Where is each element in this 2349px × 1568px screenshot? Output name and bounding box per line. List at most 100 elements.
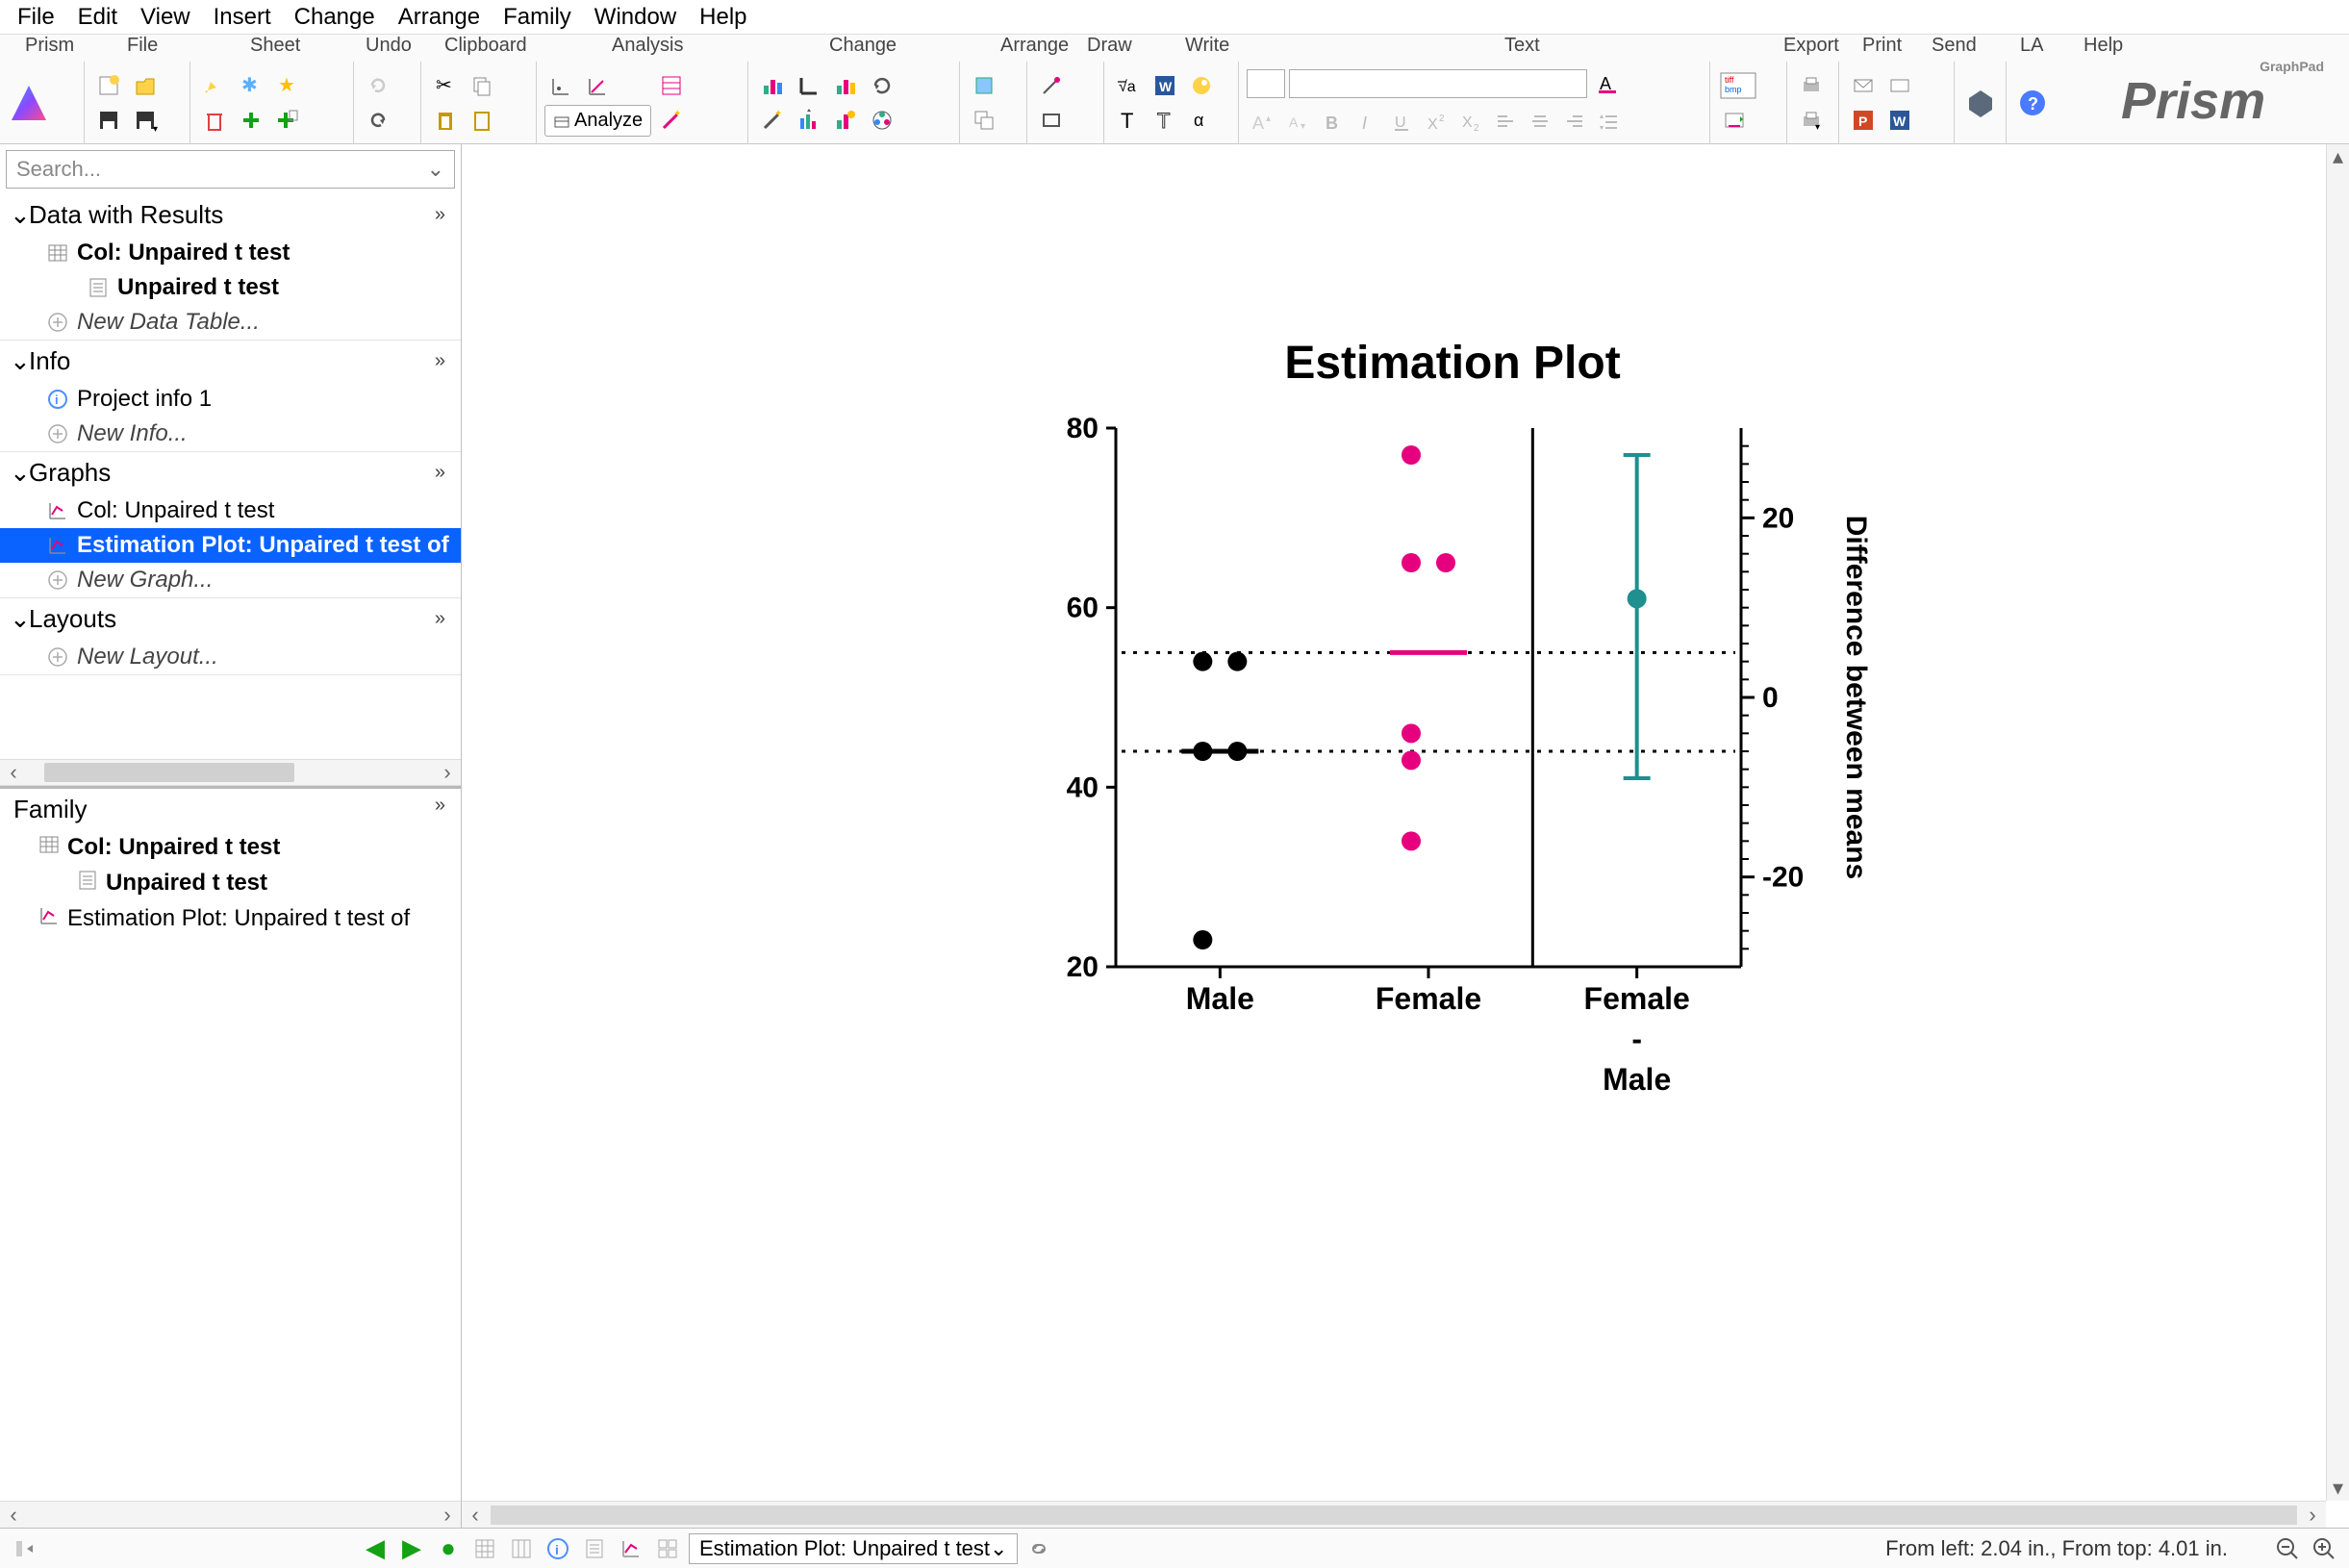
align-center-icon[interactable]: [1524, 106, 1556, 139]
undo-icon[interactable]: [362, 104, 394, 137]
nav-item[interactable]: Col: Unpaired t test: [0, 493, 461, 528]
arrange-bottom-icon[interactable]: [968, 104, 1000, 137]
nav-item[interactable]: New Graph...: [0, 563, 461, 597]
nav-item[interactable]: Col: Unpaired t test: [0, 236, 461, 270]
estimation-plot[interactable]: 20406080-20020Difference between meansMa…: [1039, 409, 1866, 1140]
object-icon[interactable]: [1185, 69, 1218, 102]
send-word-icon[interactable]: W: [1883, 104, 1916, 137]
add-sheet-icon[interactable]: [235, 104, 267, 137]
star-icon[interactable]: ★: [271, 69, 304, 102]
line-spacing-icon[interactable]: [1593, 106, 1626, 139]
sheet-selector[interactable]: Estimation Plot: Unpaired t test ⌄: [689, 1533, 1018, 1564]
analyze-button[interactable]: Analyze: [544, 105, 651, 137]
menu-change[interactable]: Change: [283, 2, 387, 33]
color-scheme-icon[interactable]: [829, 69, 862, 102]
scroll-right-icon[interactable]: ›: [434, 1503, 461, 1528]
link-icon[interactable]: ●: [433, 1533, 464, 1564]
refresh-icon[interactable]: [866, 69, 898, 102]
nav-section-header[interactable]: ⌄ Data with Results »: [0, 194, 461, 236]
open-file-icon[interactable]: [129, 69, 162, 102]
send-powerpoint-icon[interactable]: P: [1847, 104, 1880, 137]
help-icon[interactable]: ?: [2014, 82, 2051, 124]
family-item[interactable]: Col: Unpaired t test: [0, 830, 461, 866]
text-icon[interactable]: T: [1112, 104, 1145, 137]
copy-icon[interactable]: [466, 69, 498, 102]
scroll-right-icon[interactable]: ›: [434, 760, 461, 785]
layout-nav-icon[interactable]: [652, 1533, 683, 1564]
menu-insert[interactable]: Insert: [202, 2, 283, 33]
nav-section-header[interactable]: ⌄ Graphs »: [0, 452, 461, 493]
font-increase-icon[interactable]: A▴: [1247, 106, 1279, 139]
col-table-nav-icon[interactable]: [506, 1533, 537, 1564]
analysis-opt1-icon[interactable]: [544, 70, 577, 103]
nav-item[interactable]: Unpaired t test: [0, 270, 461, 305]
family-header[interactable]: Family »: [0, 789, 461, 830]
align-left-icon[interactable]: [1489, 106, 1522, 139]
word-icon[interactable]: W: [1149, 69, 1181, 102]
menu-file[interactable]: File: [6, 2, 66, 33]
scroll-left-icon[interactable]: ‹: [0, 760, 27, 785]
draw-line-icon[interactable]: [1035, 69, 1068, 102]
table-import-icon[interactable]: [655, 69, 688, 102]
print-setup-icon[interactable]: ▾: [1795, 104, 1828, 137]
nav-item[interactable]: Estimation Plot: Unpaired t test of: [0, 528, 461, 563]
arrange-top-icon[interactable]: [968, 69, 1000, 102]
axes-icon[interactable]: [793, 69, 825, 102]
export-image-icon[interactable]: [1718, 104, 1751, 137]
info-nav-icon[interactable]: i: [543, 1533, 573, 1564]
align-right-icon[interactable]: [1558, 106, 1591, 139]
nav-section-header[interactable]: ⌄ Layouts »: [0, 598, 461, 640]
canvas-hscroll[interactable]: ‹ ›: [462, 1501, 2326, 1528]
labarchives-icon[interactable]: [1962, 82, 1998, 124]
redo-icon[interactable]: [362, 69, 394, 102]
freeze-icon[interactable]: ✱: [235, 69, 267, 102]
menu-window[interactable]: Window: [583, 2, 688, 33]
font-color-icon[interactable]: A: [1591, 67, 1624, 100]
menu-help[interactable]: Help: [688, 2, 758, 33]
reorder-icon[interactable]: [793, 104, 825, 137]
menu-edit[interactable]: Edit: [66, 2, 129, 33]
greek-icon[interactable]: α: [1185, 104, 1218, 137]
wand2-icon[interactable]: ✦: [756, 104, 789, 137]
scroll-down-icon[interactable]: ▾: [2327, 1476, 2349, 1501]
paste-icon[interactable]: [429, 104, 462, 137]
expand-icon[interactable]: »: [435, 462, 445, 484]
expand-icon[interactable]: »: [435, 795, 445, 817]
italic-icon[interactable]: I: [1351, 106, 1383, 139]
scrollbar-thumb[interactable]: [44, 763, 294, 782]
graph-nav-icon[interactable]: [616, 1533, 646, 1564]
color-picker-icon[interactable]: [866, 104, 898, 137]
send-mail-icon[interactable]: [1847, 69, 1880, 102]
plot-title[interactable]: Estimation Plot: [1020, 337, 1885, 390]
wand-icon[interactable]: ✦: [655, 104, 688, 137]
search-input[interactable]: Search...: [6, 150, 455, 189]
prev-sheet-icon[interactable]: ◀: [360, 1533, 391, 1564]
scrollbar-thumb[interactable]: [491, 1505, 2297, 1525]
print-icon[interactable]: [1795, 69, 1828, 102]
nav-item[interactable]: iProject info 1: [0, 382, 461, 417]
graph-canvas[interactable]: Estimation Plot 20406080-20020Difference…: [462, 144, 2349, 1528]
nav-hscroll[interactable]: ‹ ›: [0, 759, 461, 786]
font-size-combo[interactable]: [1289, 69, 1587, 98]
menu-arrange[interactable]: Arrange: [387, 2, 492, 33]
font-family-combo[interactable]: [1247, 69, 1285, 98]
underline-icon[interactable]: U: [1385, 106, 1418, 139]
scroll-up-icon[interactable]: ▴: [2327, 144, 2349, 169]
link-chain-icon[interactable]: [1023, 1533, 1054, 1564]
clipboard-icon[interactable]: [466, 104, 498, 137]
scroll-right-icon[interactable]: ›: [2299, 1503, 2326, 1528]
collapse-nav-icon[interactable]: [10, 1533, 40, 1564]
canvas-vscroll[interactable]: ▴ ▾: [2326, 144, 2349, 1501]
data-table-nav-icon[interactable]: [469, 1533, 500, 1564]
superscript-icon[interactable]: X2: [1420, 106, 1452, 139]
delete-icon[interactable]: [198, 104, 231, 137]
zoom-in-icon[interactable]: [2309, 1533, 2339, 1564]
menu-family[interactable]: Family: [492, 2, 583, 33]
export-tiff-bmp-icon[interactable]: tiffbmp: [1718, 69, 1758, 102]
save-icon[interactable]: [92, 104, 125, 137]
expand-icon[interactable]: »: [435, 608, 445, 630]
results-nav-icon[interactable]: [579, 1533, 610, 1564]
scroll-left-icon[interactable]: ‹: [462, 1503, 489, 1528]
duplicate-sheet-icon[interactable]: [271, 104, 304, 137]
nav-item[interactable]: New Info...: [0, 417, 461, 451]
